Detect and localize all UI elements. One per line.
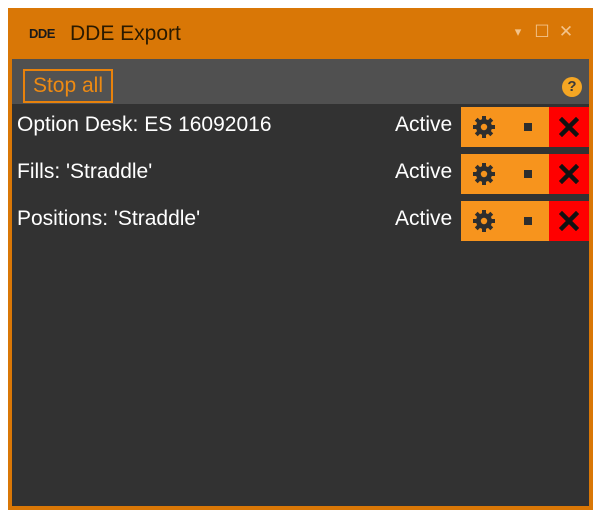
stop-all-button[interactable]: Stop all — [23, 69, 113, 103]
gear-icon — [473, 210, 495, 232]
dropdown-menu-icon[interactable]: ▾ — [508, 18, 528, 46]
dde-export-window: DDE DDE Export ▾ ☐ ✕ Stop all ? Option D… — [8, 8, 593, 510]
settings-button[interactable] — [461, 107, 507, 147]
help-icon[interactable]: ? — [562, 77, 582, 97]
gear-icon — [473, 116, 495, 138]
title-bar[interactable]: DDE DDE Export ▾ ☐ ✕ — [8, 8, 593, 59]
stop-icon — [524, 217, 532, 225]
delete-button[interactable] — [549, 201, 589, 241]
close-window-icon[interactable]: ✕ — [556, 18, 576, 46]
maximize-icon[interactable]: ☐ — [532, 18, 552, 46]
delete-icon — [559, 211, 579, 231]
export-row-status: Active — [395, 160, 453, 183]
export-list: Option Desk: ES 16092016 Active Fills: '… — [12, 104, 589, 506]
delete-icon — [559, 164, 579, 184]
gear-icon — [473, 163, 495, 185]
dde-logo: DDE — [29, 26, 55, 41]
delete-button[interactable] — [549, 154, 589, 194]
settings-button[interactable] — [461, 201, 507, 241]
toolbar: Stop all ? — [12, 59, 589, 104]
settings-button[interactable] — [461, 154, 507, 194]
export-row-status: Active — [395, 113, 453, 136]
export-row: Fills: 'Straddle' Active — [12, 153, 589, 195]
stop-button[interactable] — [507, 154, 549, 194]
stop-icon — [524, 123, 532, 131]
export-row-status: Active — [395, 207, 453, 230]
delete-button[interactable] — [549, 107, 589, 147]
export-row-label: Positions: 'Straddle' — [17, 207, 201, 230]
stop-button[interactable] — [507, 107, 549, 147]
window-title: DDE Export — [70, 22, 181, 45]
stop-icon — [524, 170, 532, 178]
stop-button[interactable] — [507, 201, 549, 241]
export-row: Positions: 'Straddle' Active — [12, 200, 589, 242]
delete-icon — [559, 117, 579, 137]
export-row: Option Desk: ES 16092016 Active — [12, 106, 589, 148]
export-row-label: Option Desk: ES 16092016 — [17, 113, 272, 136]
export-row-label: Fills: 'Straddle' — [17, 160, 153, 183]
